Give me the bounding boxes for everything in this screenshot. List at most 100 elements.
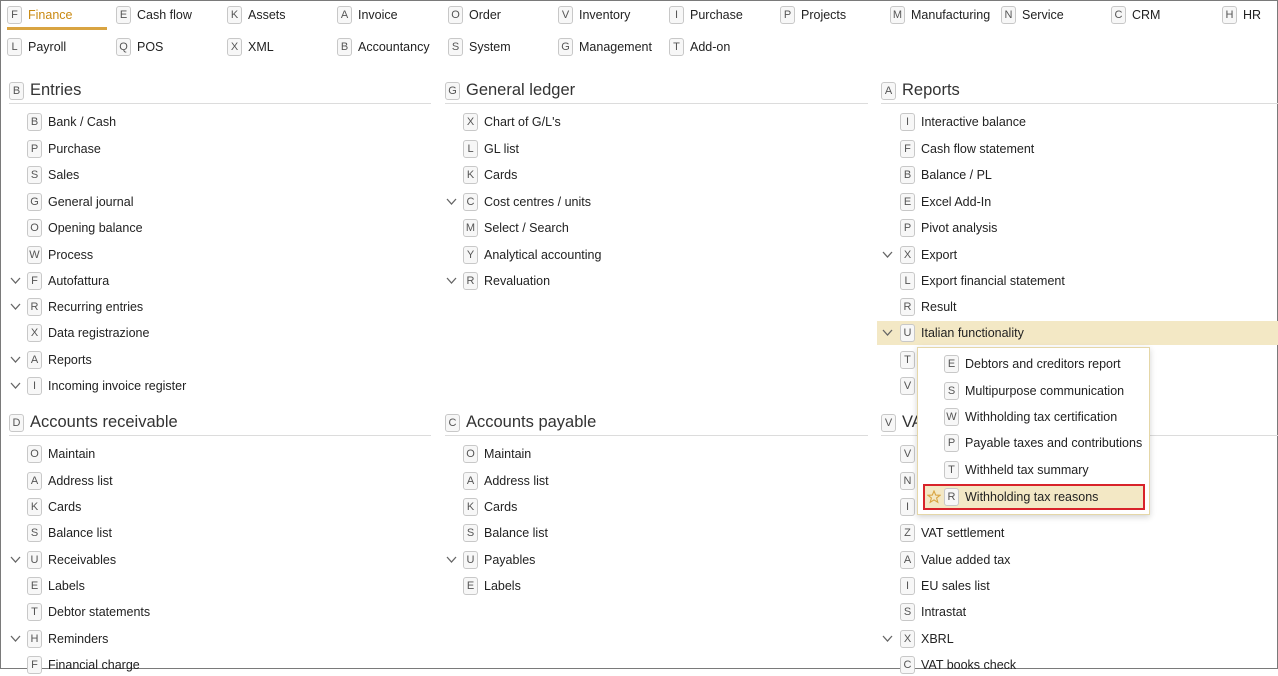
menu-item-reminders[interactable]: H Reminders: [27, 628, 108, 650]
menu-item-payables[interactable]: U Payables: [463, 549, 535, 571]
menu-item-ar-maintain[interactable]: O Maintain: [27, 443, 95, 465]
chevron-down-icon[interactable]: [10, 635, 21, 644]
tab-pos[interactable]: Q POS: [116, 36, 163, 58]
menu-item-ar-address-list[interactable]: A Address list: [27, 470, 113, 492]
chevron-down-icon[interactable]: [10, 303, 21, 312]
tab-management[interactable]: G Management: [558, 36, 652, 58]
item-label: Maintain: [48, 447, 96, 461]
menu-item-revaluation[interactable]: R Revaluation: [463, 270, 550, 292]
tab-payroll[interactable]: L Payroll: [7, 36, 66, 58]
menu-item-incoming-invoice-register[interactable]: I Incoming invoice register: [27, 375, 186, 397]
menu-item-chart-of-gls[interactable]: X Chart of G/L's: [463, 111, 561, 133]
menu-item-intrastat[interactable]: S Intrastat: [900, 601, 966, 623]
chevron-down-icon[interactable]: [446, 277, 457, 286]
tab-manufacturing[interactable]: M Manufacturing: [890, 4, 990, 26]
star-icon[interactable]: [926, 489, 942, 504]
menu-item-cards[interactable]: K Cards: [463, 164, 517, 186]
submenu-item-multipurpose-communication[interactable]: S Multipurpose communication: [944, 380, 1124, 402]
menu-item-debtor-statements[interactable]: T Debtor statements: [27, 601, 150, 623]
menu-item-ap-labels[interactable]: E Labels: [463, 575, 521, 597]
menu-item-opening-balance[interactable]: O Opening balance: [27, 217, 143, 239]
submenu-item-debtors-creditors-report[interactable]: E Debtors and creditors report: [944, 353, 1121, 375]
submenu-item-payable-taxes-contributions[interactable]: P Payable taxes and contributions: [944, 432, 1142, 454]
menu-item-analytical-accounting[interactable]: Y Analytical accounting: [463, 244, 601, 266]
section-key: C: [445, 413, 460, 432]
item-label: Withheld tax summary: [965, 463, 1089, 477]
menu-item-bank-cash[interactable]: B Bank / Cash: [27, 111, 116, 133]
menu-item-value-added-tax[interactable]: A Value added tax: [900, 549, 1010, 571]
menu-item-reports[interactable]: A Reports: [27, 349, 92, 371]
active-tab-indicator: [7, 27, 107, 30]
chevron-down-icon[interactable]: [882, 635, 893, 644]
menu-item-purchase[interactable]: P Purchase: [27, 138, 101, 160]
chevron-down-icon[interactable]: [446, 556, 457, 565]
menu-item-process[interactable]: W Process: [27, 244, 93, 266]
menu-item-cost-centres-units[interactable]: C Cost centres / units: [463, 191, 591, 213]
tab-assets[interactable]: K Assets: [227, 4, 286, 26]
menu-item-ar-balance-list[interactable]: S Balance list: [27, 522, 112, 544]
menu-item-cash-flow-statement[interactable]: F Cash flow statement: [900, 138, 1034, 160]
menu-item-ap-balance-list[interactable]: S Balance list: [463, 522, 548, 544]
menu-item-xbrl[interactable]: X XBRL: [900, 628, 954, 650]
menu-item-eu-sales-list[interactable]: I EU sales list: [900, 575, 990, 597]
tab-inventory[interactable]: V Inventory: [558, 4, 630, 26]
chevron-down-icon[interactable]: [10, 382, 21, 391]
tab-system[interactable]: S System: [448, 36, 511, 58]
menu-item-italian-functionality[interactable]: U Italian functionality: [900, 322, 1024, 344]
tab-order[interactable]: O Order: [448, 4, 501, 26]
menu-item-balance-pl[interactable]: B Balance / PL: [900, 164, 992, 186]
menu-item-ap-address-list[interactable]: A Address list: [463, 470, 549, 492]
tab-add-on[interactable]: T Add-on: [669, 36, 730, 58]
menu-item-financial-charge[interactable]: F Financial charge: [27, 654, 140, 676]
menu-item-receivables[interactable]: U Receivables: [27, 549, 116, 571]
menu-item-ar-labels[interactable]: E Labels: [27, 575, 85, 597]
menu-item-recurring-entries[interactable]: R Recurring entries: [27, 296, 143, 318]
menu-item-export[interactable]: X Export: [900, 244, 957, 266]
item-key: T: [944, 461, 959, 479]
tab-xml[interactable]: X XML: [227, 36, 274, 58]
menu-item-sales[interactable]: S Sales: [27, 164, 79, 186]
item-key: W: [27, 246, 42, 264]
menu-item-autofattura[interactable]: F Autofattura: [27, 270, 109, 292]
menu-item-interactive-balance[interactable]: I Interactive balance: [900, 111, 1026, 133]
item-label: Balance list: [484, 526, 548, 540]
chevron-down-icon[interactable]: [10, 556, 21, 565]
tab-accountancy[interactable]: B Accountancy: [337, 36, 430, 58]
menu-item-general-journal[interactable]: G General journal: [27, 191, 133, 213]
menu-item-ar-cards[interactable]: K Cards: [27, 496, 81, 518]
item-key: K: [27, 498, 42, 516]
chevron-down-icon[interactable]: [10, 356, 21, 365]
tab-crm[interactable]: C CRM: [1111, 4, 1160, 26]
menu-item-export-financial-statement[interactable]: L Export financial statement: [900, 270, 1065, 292]
menu-item-excel-add-in[interactable]: E Excel Add-In: [900, 191, 991, 213]
menu-item-result[interactable]: R Result: [900, 296, 956, 318]
chevron-down-icon[interactable]: [446, 198, 457, 207]
menu-item-pivot-analysis[interactable]: P Pivot analysis: [900, 217, 997, 239]
section-title: Reports: [902, 81, 960, 99]
item-key: O: [463, 445, 478, 463]
item-label: Recurring entries: [48, 300, 144, 314]
submenu-item-withholding-tax-certification[interactable]: W Withholding tax certification: [944, 406, 1117, 428]
tab-invoice[interactable]: A Invoice: [337, 4, 398, 26]
menu-item-select-search[interactable]: M Select / Search: [463, 217, 569, 239]
menu-item-ap-maintain[interactable]: O Maintain: [463, 443, 531, 465]
submenu-item-withheld-tax-summary[interactable]: T Withheld tax summary: [944, 459, 1089, 481]
tab-hr[interactable]: H HR: [1222, 4, 1261, 26]
chevron-down-icon[interactable]: [10, 277, 21, 286]
item-key: E: [463, 577, 478, 595]
submenu-item-withholding-tax-reasons[interactable]: R Withholding tax reasons: [944, 486, 1098, 508]
menu-item-data-registrazione[interactable]: X Data registrazione: [27, 322, 149, 344]
menu-item-vat-books-check[interactable]: C VAT books check: [900, 654, 1016, 676]
tab-projects[interactable]: P Projects: [780, 4, 846, 26]
item-label: Balance list: [48, 526, 112, 540]
chevron-down-icon[interactable]: [882, 251, 893, 260]
menu-item-ap-cards[interactable]: K Cards: [463, 496, 517, 518]
menu-item-gl-list[interactable]: L GL list: [463, 138, 519, 160]
menu-item-vat-settlement[interactable]: Z VAT settlement: [900, 522, 1004, 544]
tab-finance[interactable]: F Finance: [7, 4, 72, 26]
tab-service[interactable]: N Service: [1001, 4, 1064, 26]
tab-purchase[interactable]: I Purchase: [669, 4, 743, 26]
chevron-down-icon[interactable]: [882, 329, 893, 338]
item-label: Address list: [48, 474, 113, 488]
tab-cash-flow[interactable]: E Cash flow: [116, 4, 192, 26]
